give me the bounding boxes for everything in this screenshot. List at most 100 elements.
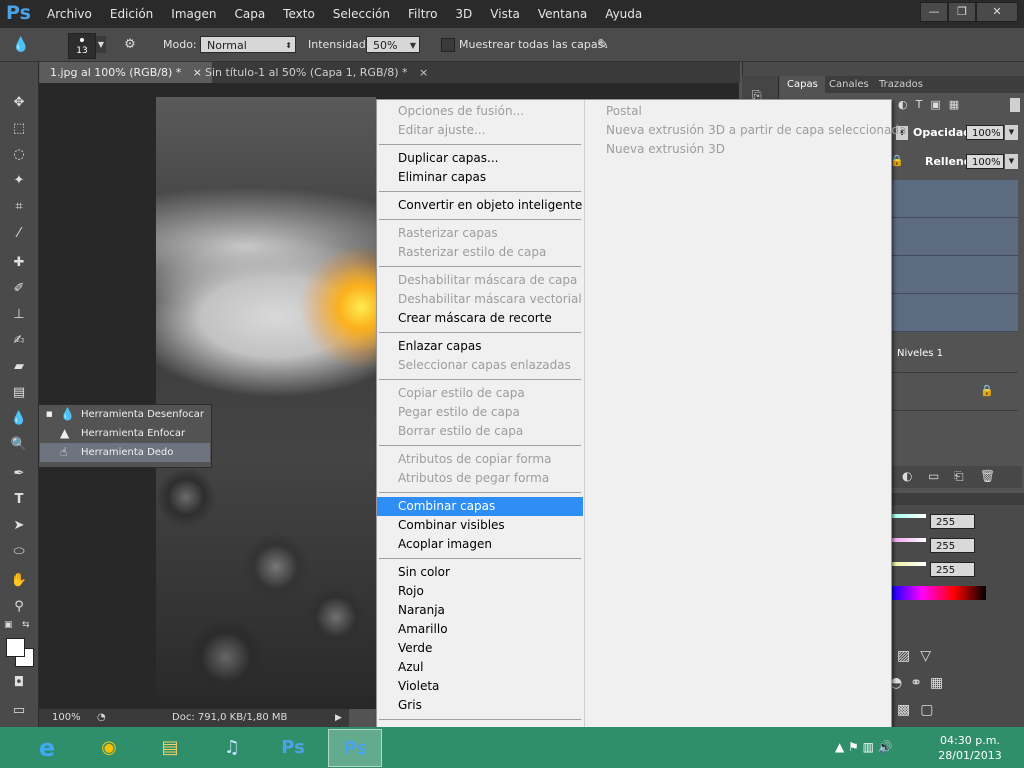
menu-item[interactable]: Opciones de fusión... [377,102,583,121]
menu-item[interactable]: Eliminar capas [377,168,583,187]
menu-item[interactable]: Borrar estilo de capa [377,422,583,441]
opacity-input[interactable]: 100% [966,125,1004,140]
menu-imagen[interactable]: Imagen [171,7,216,21]
swap-colors-icon[interactable]: ⇆ [22,620,30,630]
layer-filter-icons[interactable]: ◐T▣▦ [898,98,967,111]
photoshop-taskbar-icon[interactable]: Ps [266,729,320,767]
tab-document-1[interactable]: 1.jpg al 100% (RGB/8) * × [40,62,212,83]
blur-tool-icon[interactable]: 💧 [9,410,29,428]
menu-item[interactable]: Rojo [377,582,583,601]
pen-tool-icon[interactable]: ✒ [9,465,29,483]
menu-ventana[interactable]: Ventana [538,7,587,21]
slider-track-g[interactable] [890,538,926,542]
menu-item[interactable]: Pegar estilo de capa [377,403,583,422]
layer-row[interactable]: 🔒 [888,373,1018,411]
flyout-sharpen-tool[interactable]: ▲ Herramienta Enfocar [40,424,210,443]
zoom-tool-icon[interactable]: ⚲ [9,598,29,616]
magic-wand-tool-icon[interactable]: ✦ [9,172,29,190]
new-layer-icon[interactable]: ⎗ [954,469,964,484]
menu-item[interactable]: Duplicar capas... [377,149,583,168]
menu-item[interactable]: Crear máscara de recorte [377,309,583,328]
menu-item[interactable]: Rasterizar estilo de capa [377,243,583,262]
menu-item[interactable]: Seleccionar capas enlazadas [377,356,583,375]
color-value-input[interactable]: 255 [930,514,975,529]
lasso-tool-icon[interactable]: ◌ [9,146,29,164]
layer-row[interactable] [888,180,1018,218]
tab-capas[interactable]: Capas [780,76,825,93]
minimize-button[interactable]: — [920,2,948,22]
tab-document-2[interactable]: Sin título-1 al 50% (Capa 1, RGB/8) * × [195,62,438,83]
menu-3d[interactable]: 3D [455,7,472,21]
tab-trazados[interactable]: Trazados [872,76,930,93]
intensity-input[interactable]: 50% ▼ [366,36,420,53]
tab-canales[interactable]: Canales [822,76,876,93]
menu-vista[interactable]: Vista [490,7,520,21]
new-group-icon[interactable]: ▭ [928,469,939,483]
default-colors-icon[interactable]: ▣ [4,620,13,630]
status-menu-arrow-icon[interactable]: ▶ [335,709,342,727]
menu-item[interactable]: Naranja [377,601,583,620]
chevron-down-icon[interactable]: ▼ [1005,125,1018,140]
slider-track-b[interactable] [890,562,926,566]
taskbar-clock[interactable]: 04:30 p.m. 28/01/2013 [930,733,1010,763]
shape-tool-icon[interactable]: ⬭ [9,543,29,561]
menu-ayuda[interactable]: Ayuda [605,7,642,21]
itunes-icon[interactable]: ♫ [205,729,259,767]
menu-capa[interactable]: Capa [234,7,265,21]
restore-button[interactable]: ❐ [948,2,976,22]
screen-mode-icon[interactable]: ▭ [9,702,29,720]
menu-item[interactable]: Enlazar capas [377,337,583,356]
internet-explorer-icon[interactable]: e [20,729,74,767]
mode-select[interactable]: Normal ⬍ [200,36,296,53]
fill-input[interactable]: 100% [966,154,1004,169]
color-ramp[interactable] [890,586,986,600]
menu-item[interactable]: Atributos de copiar forma [377,450,583,469]
menu-item[interactable]: Gris [377,696,583,715]
menu-edicion[interactable]: Edición [110,7,153,21]
sample-all-layers-checkbox[interactable] [441,38,455,52]
brush-dropdown-arrow-icon[interactable]: ▼ [96,36,106,53]
flyout-blur-tool[interactable]: ■ 💧 Herramienta Desenfocar [40,405,210,424]
slider-track-r[interactable] [890,514,926,518]
adjustment-icons-row-3[interactable]: ▩▢ [897,702,943,718]
adjustment-layer-icon[interactable]: ◐ [902,469,912,483]
menu-item[interactable]: Copiar estilo de capa [377,384,583,403]
brush-preview[interactable]: 13 [68,33,96,59]
chevron-down-icon[interactable]: ▼ [410,37,416,54]
chevron-down-icon[interactable]: ▼ [1005,154,1018,169]
color-value-input[interactable]: 255 [930,538,975,553]
move-tool-icon[interactable]: ✥ [9,94,29,112]
adjustment-icons-row-1[interactable]: ▨▽ [897,648,941,664]
tool-preset-blur-icon[interactable]: 💧 [8,34,34,56]
filter-toggle[interactable] [1010,98,1020,112]
zoom-level[interactable]: 100% [52,709,81,727]
quick-mask-icon[interactable]: ◘ [9,674,29,692]
menu-item[interactable]: Deshabilitar máscara vectorial [377,290,583,309]
menu-item[interactable]: Sin color [377,563,583,582]
crop-tool-icon[interactable]: ⌗ [9,198,29,216]
marquee-tool-icon[interactable]: ⬚ [9,120,29,138]
document-image[interactable] [156,97,376,697]
menu-filtro[interactable]: Filtro [408,7,437,21]
file-explorer-icon[interactable]: ▤ [143,729,197,767]
menu-item[interactable]: Amarillo [377,620,583,639]
menu-item[interactable]: Atributos de pegar forma [377,469,583,488]
color-value-input[interactable]: 255 [930,562,975,577]
history-brush-tool-icon[interactable]: ✍ [9,332,29,350]
menu-item[interactable]: Convertir en objeto inteligente [377,196,583,215]
menu-item-postal[interactable]: Postal [606,102,642,121]
brush-panel-toggle-icon[interactable]: ⚙ [120,35,140,55]
layer-row[interactable] [888,218,1018,256]
close-tab-icon[interactable]: × [419,66,428,79]
healing-brush-tool-icon[interactable]: ✚ [9,254,29,272]
menu-item[interactable]: Combinar capas [377,497,583,516]
menu-item[interactable]: Rasterizar capas [377,224,583,243]
type-tool-icon[interactable]: T [9,491,29,509]
eraser-tool-icon[interactable]: ▰ [9,358,29,376]
gradient-tool-icon[interactable]: ▤ [9,384,29,402]
dodge-tool-icon[interactable]: 🔍 [9,436,29,454]
trash-icon[interactable]: 🗑 [980,469,995,483]
chrome-icon[interactable]: ◉ [82,729,136,767]
path-selection-tool-icon[interactable]: ➤ [9,517,29,535]
flyout-smudge-tool[interactable]: ☝ Herramienta Dedo [40,443,210,462]
